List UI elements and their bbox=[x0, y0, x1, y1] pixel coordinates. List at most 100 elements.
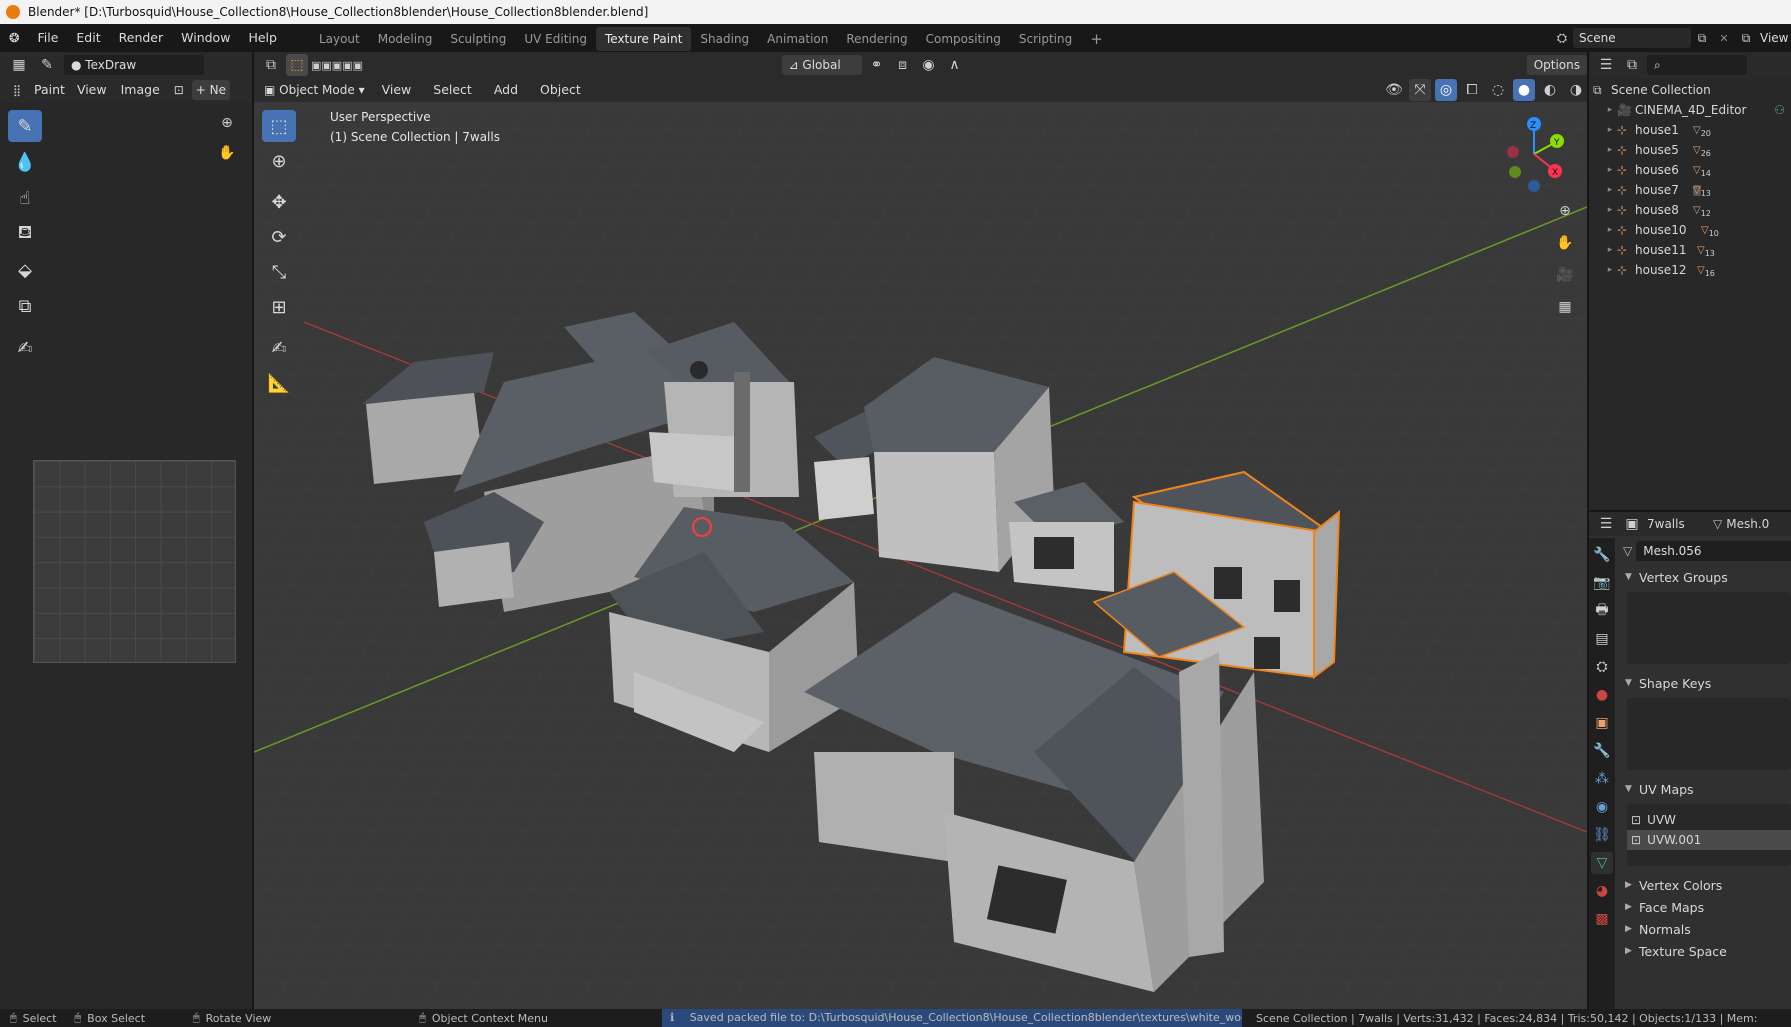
mesh-name-field[interactable]: Mesh.056 bbox=[1636, 541, 1791, 561]
add-workspace-icon[interactable]: + bbox=[1081, 27, 1112, 51]
draw-tool-icon[interactable]: ✎ bbox=[8, 110, 42, 142]
transform-tool-icon[interactable]: ⊞ bbox=[262, 291, 296, 323]
tab-sculpting[interactable]: Sculpting bbox=[441, 27, 515, 51]
tab-compositing[interactable]: Compositing bbox=[917, 27, 1010, 51]
modifiers-tab-icon[interactable]: 🔧 bbox=[1591, 740, 1613, 762]
tab-modeling[interactable]: Modeling bbox=[369, 27, 442, 51]
menu-file[interactable]: File bbox=[28, 24, 67, 52]
soften-tool-icon[interactable]: 💧 bbox=[8, 146, 42, 178]
blender-menu-icon[interactable]: ❂ bbox=[0, 24, 28, 52]
scale-tool-icon[interactable]: ⤡ bbox=[262, 256, 296, 288]
paint-mode-icon[interactable]: ⣿ bbox=[6, 79, 28, 101]
falloff-icon[interactable]: ∧ bbox=[944, 54, 966, 76]
expand-arrow-icon[interactable]: ▸ bbox=[1603, 165, 1617, 175]
menu-edit[interactable]: Edit bbox=[67, 24, 109, 52]
outliner-item[interactable]: ▸ ⊹ house11 ▽ 13 bbox=[1593, 240, 1791, 260]
viewport-menu-view[interactable]: View bbox=[373, 78, 421, 102]
rotate-tool-icon[interactable]: ⟳ bbox=[262, 221, 296, 253]
select-tool-icon[interactable]: ⬚ bbox=[262, 110, 296, 142]
viewport-menu-select[interactable]: Select bbox=[424, 78, 481, 102]
material-tab-icon[interactable]: ◕ bbox=[1591, 880, 1613, 902]
expand-arrow-icon[interactable]: ▸ bbox=[1603, 145, 1617, 155]
smear-tool-icon[interactable]: ☝ bbox=[8, 182, 42, 214]
shape-keys-list[interactable] bbox=[1627, 698, 1791, 770]
tool-tab-icon[interactable]: 🔧 bbox=[1591, 544, 1613, 566]
3d-viewport[interactable]: ⧉ ⬚ ▣▣▣▣▣ ⊿ Global ⚭ ⧈ ◉ ∧ Options ▣ Obj… bbox=[254, 52, 1587, 1009]
tab-animation[interactable]: Animation bbox=[758, 27, 837, 51]
texture-space-section[interactable]: ▶ Texture Space bbox=[1617, 940, 1791, 962]
output-tab-icon[interactable]: 🖶 bbox=[1591, 600, 1613, 622]
outliner-item[interactable]: ▸ ⊹ house12 ▽ 16 bbox=[1593, 260, 1791, 280]
physics-tab-icon[interactable]: ◉ bbox=[1591, 796, 1613, 818]
viewport-menu-add[interactable]: Add bbox=[485, 78, 527, 102]
pan-hand-icon[interactable]: ✋ bbox=[216, 142, 238, 164]
vertex-groups-list[interactable] bbox=[1627, 592, 1791, 664]
expand-arrow-icon[interactable]: ▸ bbox=[1603, 205, 1617, 215]
menu-help[interactable]: Help bbox=[239, 24, 286, 52]
shading-rendered-icon[interactable]: ◑ bbox=[1565, 79, 1587, 101]
paint-mode-menu[interactable]: Paint bbox=[30, 78, 69, 102]
pan-view-icon[interactable]: ✋ bbox=[1552, 230, 1578, 256]
outliner-item[interactable]: ▸ ⊹ house7 ▽ 13 bbox=[1593, 180, 1791, 200]
xray-toggle-icon[interactable]: ⧠ bbox=[1461, 79, 1483, 101]
view-layer-selector[interactable]: View L bbox=[1757, 28, 1791, 65]
shading-wireframe-icon[interactable]: ◌ bbox=[1487, 79, 1509, 101]
outliner-search-input[interactable]: ⌕ bbox=[1647, 55, 1747, 75]
outliner-item[interactable]: ▸ ⊹ house5 ▽ 26 bbox=[1593, 140, 1791, 160]
zoom-icon[interactable]: ⊕ bbox=[216, 112, 238, 134]
brush-selector[interactable]: ● TexDraw bbox=[64, 55, 204, 75]
fill-tool-icon[interactable]: ⬙ bbox=[8, 254, 42, 286]
uv-maps-section[interactable]: ▼ UV Maps bbox=[1617, 778, 1791, 800]
scene-icon[interactable]: ⛭ bbox=[1551, 27, 1573, 49]
uv-grid-canvas[interactable] bbox=[33, 460, 236, 663]
view-layer-icon[interactable]: ⧉ bbox=[1735, 27, 1757, 49]
outliner-item[interactable]: ▸ ⊹ house6 ▽ 14 bbox=[1593, 160, 1791, 180]
normals-section[interactable]: ▶ Normals bbox=[1617, 918, 1791, 940]
menu-view[interactable]: View bbox=[71, 78, 113, 102]
menu-render[interactable]: Render bbox=[110, 24, 173, 52]
editor-type-icon[interactable]: ▦ bbox=[8, 54, 30, 76]
particles-tab-icon[interactable]: ⁂ bbox=[1591, 768, 1613, 790]
expand-arrow-icon[interactable]: ▸ bbox=[1603, 125, 1617, 135]
outliner-item[interactable]: ▸ ⊹ house10 ▽ 10 bbox=[1593, 220, 1791, 240]
move-tool-icon[interactable]: ✥ bbox=[262, 186, 296, 218]
expand-arrow-icon[interactable]: ▸ bbox=[1603, 225, 1617, 235]
tab-layout[interactable]: Layout bbox=[310, 27, 369, 51]
view-layer-tab-icon[interactable]: ▤ bbox=[1591, 628, 1613, 650]
scene-selector[interactable]: Scene bbox=[1573, 28, 1691, 48]
tab-rendering[interactable]: Rendering bbox=[837, 27, 916, 51]
mode-set-icon[interactable]: ▣▣▣▣▣ bbox=[311, 54, 363, 76]
ortho-toggle-icon[interactable]: ▦ bbox=[1552, 294, 1578, 320]
outliner-item[interactable]: ▸ ⊹ house1 ▽ 20 bbox=[1593, 120, 1791, 140]
image-browse-icon[interactable]: ⊡ bbox=[168, 79, 190, 101]
select-box-mode-icon[interactable]: ⬚ bbox=[286, 54, 308, 76]
expand-arrow-icon[interactable]: ▸ bbox=[1603, 265, 1617, 275]
shading-solid-icon[interactable]: ● bbox=[1513, 79, 1535, 101]
menu-image[interactable]: Image bbox=[115, 78, 166, 102]
measure-tool-icon[interactable]: 📐 bbox=[262, 367, 296, 399]
object-mode-dropdown[interactable]: ▣ Object Mode ▾ bbox=[260, 80, 369, 100]
viewport-menu-object[interactable]: Object bbox=[531, 78, 590, 102]
constraints-tab-icon[interactable]: ⛓ bbox=[1591, 824, 1613, 846]
viewport-editor-type-icon[interactable]: ⧉ bbox=[260, 54, 282, 76]
brush-icon[interactable]: ✎ bbox=[36, 54, 58, 76]
outliner-item[interactable]: ▸ ⊹ house8 ▽ 12 bbox=[1593, 200, 1791, 220]
world-tab-icon[interactable]: ● bbox=[1591, 684, 1613, 706]
texture-tab-icon[interactable]: ▩ bbox=[1591, 908, 1613, 930]
shading-material-icon[interactable]: ◐ bbox=[1539, 79, 1561, 101]
mesh-data-tab-icon[interactable]: ▽ bbox=[1591, 852, 1613, 874]
tab-scripting[interactable]: Scripting bbox=[1010, 27, 1081, 51]
proportional-edit-icon[interactable]: ◉ bbox=[918, 54, 940, 76]
outliner-root[interactable]: ⧉ Scene Collection bbox=[1593, 80, 1791, 100]
scene-tab-icon[interactable]: ⛭ bbox=[1591, 656, 1613, 678]
visibility-icon[interactable]: 👁 bbox=[1383, 79, 1405, 101]
mask-tool-icon[interactable]: ⧉ bbox=[8, 290, 42, 322]
properties-editor-type-icon[interactable]: ☰ bbox=[1595, 513, 1617, 535]
annotate-viewport-icon[interactable]: ✍ bbox=[262, 332, 296, 364]
cursor-tool-icon[interactable]: ⊕ bbox=[262, 145, 296, 177]
display-mode-icon[interactable]: ⧉ bbox=[1621, 54, 1643, 76]
annotate-tool-icon[interactable]: ✍ bbox=[8, 332, 42, 364]
gizmo-toggle-icon[interactable]: ⤧ bbox=[1409, 79, 1431, 101]
clone-tool-icon[interactable]: ⛾ bbox=[8, 218, 42, 250]
overlays-toggle-icon[interactable]: ◎ bbox=[1435, 79, 1457, 101]
